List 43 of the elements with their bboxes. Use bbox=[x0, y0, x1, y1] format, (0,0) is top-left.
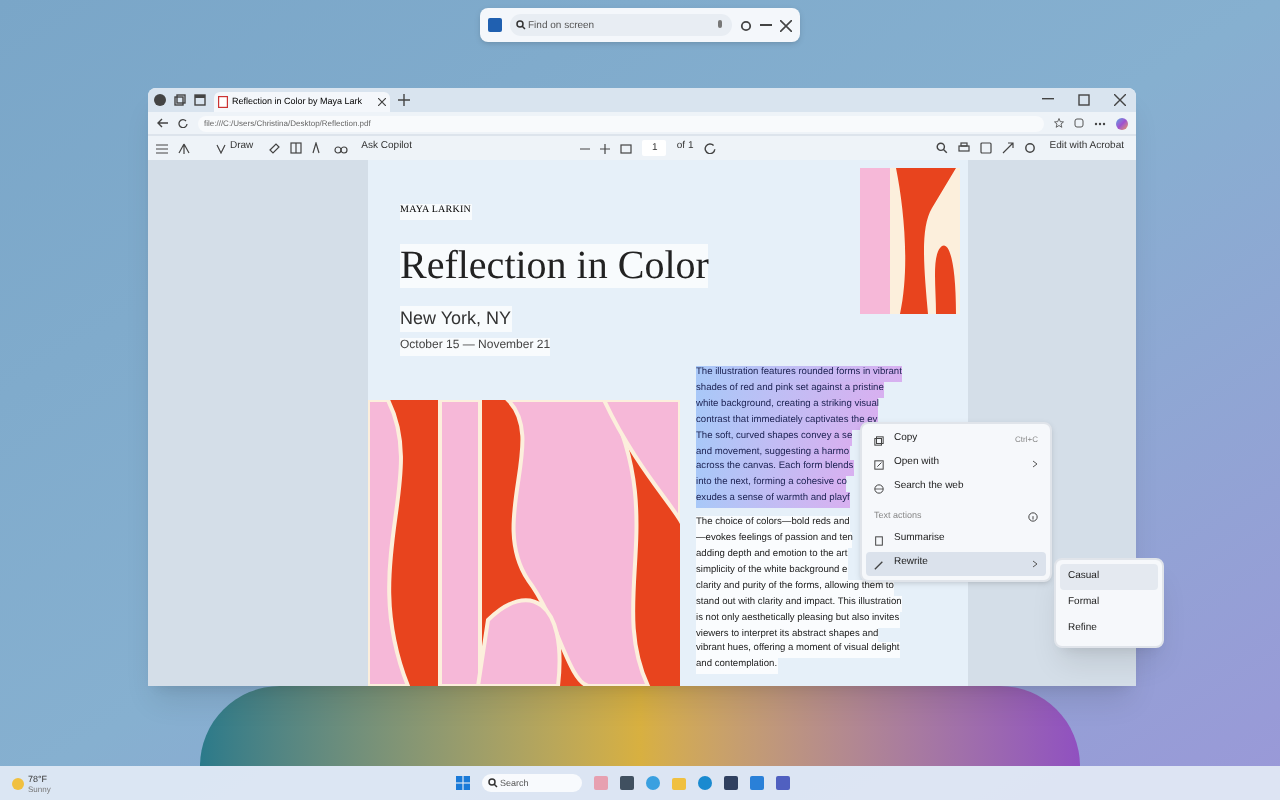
profile-avatar[interactable] bbox=[154, 94, 166, 106]
page-view-icon[interactable] bbox=[289, 142, 302, 154]
minimize-icon[interactable] bbox=[760, 23, 772, 27]
info-icon bbox=[1028, 511, 1038, 521]
document-icon bbox=[874, 535, 884, 545]
microphone-icon[interactable] bbox=[716, 20, 724, 32]
globe-icon bbox=[874, 483, 884, 493]
document-icon bbox=[218, 96, 228, 108]
text-size-icon[interactable] bbox=[311, 142, 324, 154]
refresh-icon[interactable] bbox=[178, 118, 188, 128]
copilot-icon[interactable] bbox=[1116, 117, 1128, 129]
plus-icon[interactable] bbox=[600, 143, 611, 153]
start-icon[interactable] bbox=[456, 776, 470, 790]
pen-icon bbox=[874, 559, 884, 569]
plus-icon[interactable] bbox=[398, 94, 410, 106]
open-with-icon bbox=[874, 459, 884, 469]
panel-icon[interactable] bbox=[194, 94, 206, 106]
maximize-icon[interactable] bbox=[1078, 94, 1090, 106]
sun-icon bbox=[12, 777, 24, 789]
highlighter-icon[interactable] bbox=[178, 142, 190, 154]
close-icon[interactable] bbox=[780, 19, 792, 31]
search-icon bbox=[488, 778, 498, 788]
star-icon[interactable] bbox=[1054, 118, 1064, 128]
expand-icon[interactable] bbox=[1001, 142, 1014, 154]
document-title: Reflection in Color bbox=[400, 243, 709, 287]
search-icon bbox=[516, 20, 526, 30]
eraser-icon[interactable] bbox=[267, 142, 280, 154]
pen-icon bbox=[216, 143, 226, 153]
search-icon[interactable] bbox=[935, 142, 948, 154]
print-icon[interactable] bbox=[957, 142, 970, 154]
location-text: New York, NY bbox=[400, 305, 512, 332]
close-icon[interactable] bbox=[1114, 94, 1126, 106]
chevron-right-icon bbox=[1032, 560, 1038, 568]
copy-icon bbox=[874, 435, 884, 445]
read-aloud-icon[interactable] bbox=[333, 142, 348, 154]
close-icon[interactable] bbox=[378, 98, 386, 106]
fit-page-icon[interactable] bbox=[620, 143, 633, 153]
tabs-icon[interactable] bbox=[174, 94, 186, 106]
browser-icon[interactable] bbox=[698, 776, 712, 790]
chevron-right-icon bbox=[1032, 460, 1038, 468]
minimize-icon[interactable] bbox=[1042, 98, 1054, 102]
rotate-icon[interactable] bbox=[703, 142, 716, 154]
back-arrow-icon[interactable] bbox=[156, 118, 168, 128]
